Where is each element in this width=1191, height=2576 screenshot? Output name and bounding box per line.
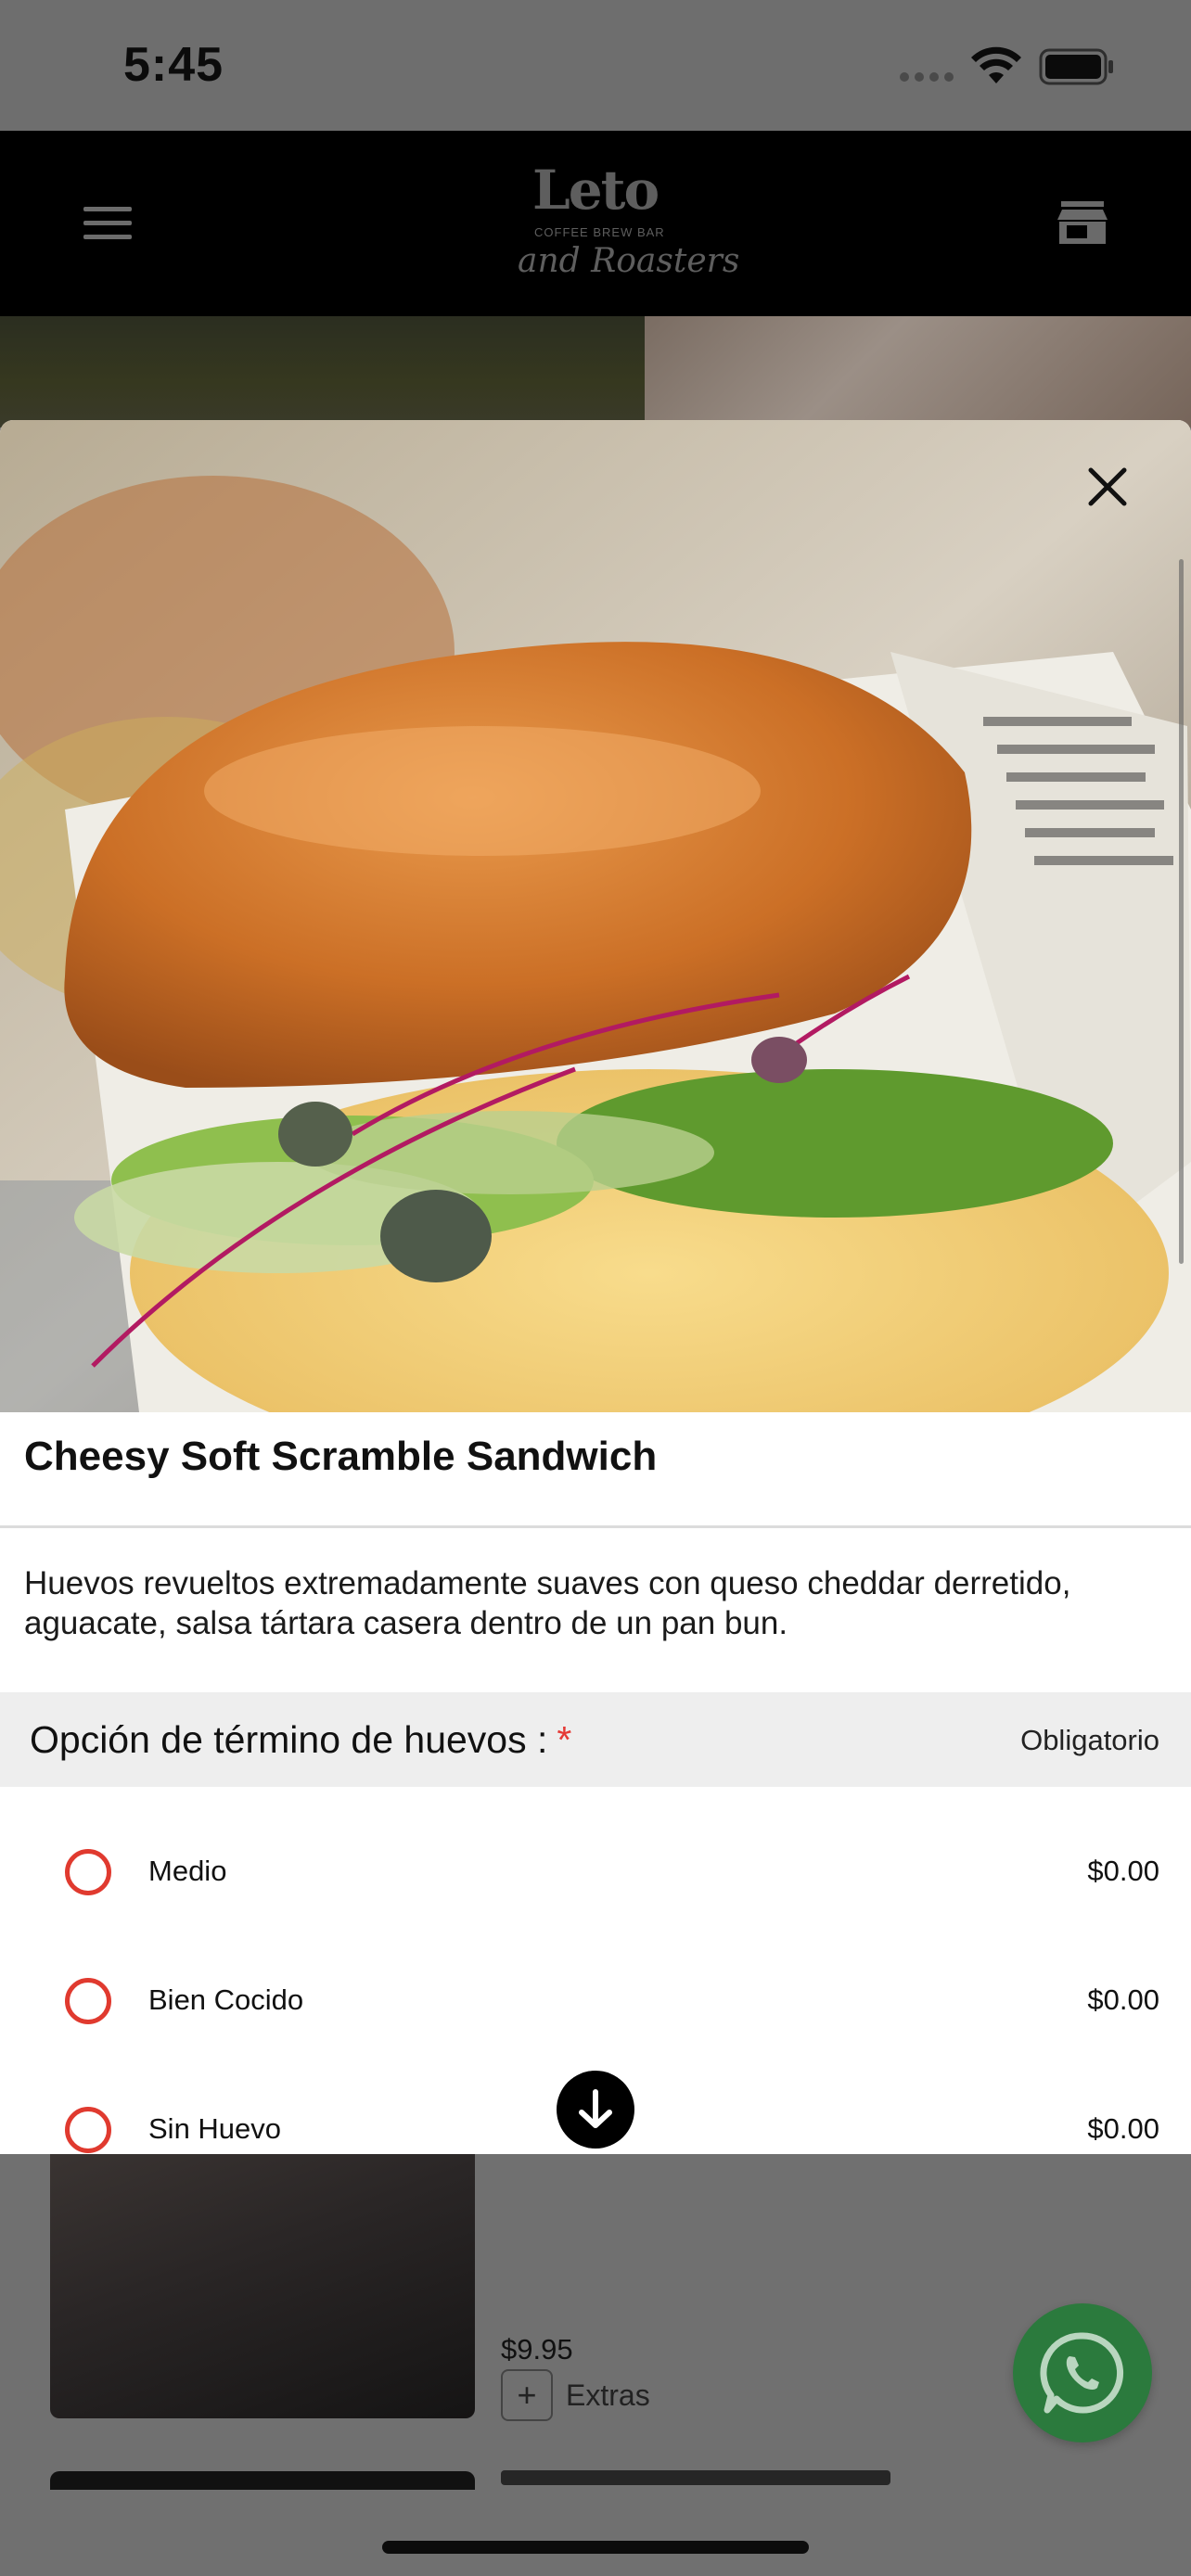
option-group-title-text: Opción de término de huevos : — [30, 1718, 548, 1761]
option-row-bien-cocido[interactable]: Bien Cocido $0.00 — [0, 1937, 1191, 2065]
extras-label: Extras — [566, 2378, 650, 2412]
arrow-down-icon — [579, 2089, 612, 2128]
status-time: 5:45 — [123, 38, 224, 92]
divider — [0, 1525, 1191, 1528]
scrollbar[interactable] — [1179, 559, 1184, 1264]
option-label: Bien Cocido — [148, 1983, 304, 2016]
wifi-icon — [971, 46, 1021, 83]
home-indicator[interactable] — [382, 2541, 809, 2554]
logo-tagline: COFFEE BREW BAR — [534, 225, 665, 239]
next-menu-item-title — [501, 2470, 890, 2485]
brand-logo: Leto COFFEE BREW BAR and Roasters — [508, 157, 739, 296]
whatsapp-icon — [1040, 2332, 1124, 2414]
option-group-header: Opción de término de huevos : * Obligator… — [0, 1692, 1191, 1787]
plus-icon: + — [501, 2369, 553, 2421]
logo-script: and Roasters — [518, 242, 740, 280]
option-price: $0.00 — [1087, 1983, 1159, 2016]
whatsapp-button[interactable] — [1013, 2303, 1152, 2442]
logo-wordmark: Leto — [532, 159, 660, 222]
product-description: Huevos revueltos extremadamente suaves c… — [24, 1565, 1071, 1641]
product-title: Cheesy Soft Scramble Sandwich — [24, 1434, 658, 1479]
option-label: Medio — [148, 1855, 227, 1887]
option-price: $0.00 — [1087, 1855, 1159, 1887]
required-asterisk: * — [557, 1718, 572, 1761]
status-bar: 5:45 — [0, 0, 1191, 131]
menu-icon[interactable] — [83, 207, 132, 240]
option-group-title: Opción de término de huevos : * — [30, 1718, 571, 1762]
cellular-signal-icon — [900, 72, 954, 82]
next-menu-item-image[interactable] — [50, 2471, 475, 2490]
menu-item-price: $9.95 — [501, 2333, 573, 2366]
app-screen: 5:45 Leto COFFEE BREW BAR and Roasters C… — [0, 0, 1191, 2576]
radio-button[interactable] — [65, 1978, 111, 2024]
option-row-medio[interactable]: Medio $0.00 — [0, 1808, 1191, 1936]
background-image-right — [645, 316, 1191, 427]
menu-item-image[interactable] — [50, 2154, 475, 2418]
radio-button[interactable] — [65, 1849, 111, 1895]
radio-button[interactable] — [65, 2107, 111, 2153]
product-modal: Cheesy Soft Scramble Sandwich Huevos rev… — [0, 420, 1191, 2154]
option-price: $0.00 — [1087, 2112, 1159, 2145]
background-image-left — [0, 316, 645, 427]
close-icon[interactable] — [1076, 455, 1139, 518]
app-header: Leto COFFEE BREW BAR and Roasters — [0, 131, 1191, 316]
required-label: Obligatorio — [1020, 1724, 1159, 1756]
extras-button[interactable]: + Extras — [501, 2369, 650, 2421]
product-image — [0, 420, 1191, 1412]
store-icon[interactable] — [1057, 201, 1108, 246]
option-label: Sin Huevo — [148, 2112, 282, 2145]
battery-icon — [1039, 48, 1113, 85]
scroll-down-button[interactable] — [557, 2071, 634, 2149]
